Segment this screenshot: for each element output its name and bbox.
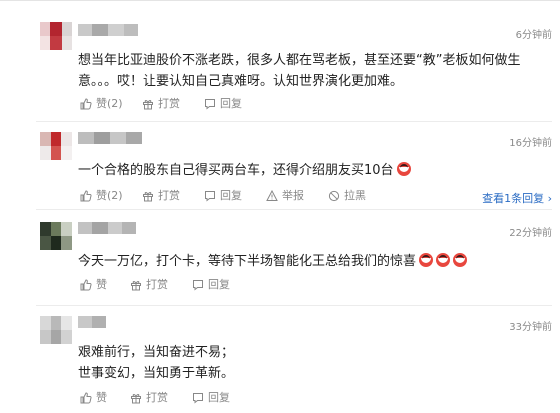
block-label: 拉黑 — [344, 189, 366, 202]
comment-text: 今天一万亿，打个卡，等待下半场智能化王总给我们的惊喜 — [78, 251, 468, 272]
avatar[interactable] — [40, 22, 72, 50]
reward-label: 打赏 — [146, 391, 168, 404]
comment-actions: 赞(2) 打赏 回复 — [80, 96, 300, 112]
reward-label: 打赏 — [146, 278, 168, 291]
comment-time: 16分钟前 — [509, 138, 552, 149]
comment-actions: 赞 打赏 回复 — [80, 390, 280, 406]
comment-text-line: 想当年比亚迪股价不涨老跌，很多人都在骂老板，甚至还要“教”老板如何做生 — [78, 53, 521, 68]
thumbs-up-icon — [80, 190, 92, 202]
grinning-face-icon — [453, 253, 468, 267]
like-label: 赞 — [96, 278, 107, 291]
reward-button[interactable]: 打赏 — [142, 96, 192, 112]
reward-button[interactable]: 打赏 — [130, 277, 180, 293]
like-label: 赞 — [96, 391, 107, 404]
username-blurred[interactable] — [78, 24, 138, 36]
reply-label: 回复 — [208, 278, 230, 291]
report-label: 举报 — [282, 189, 304, 202]
thumbs-up-icon — [80, 279, 92, 291]
comment-text-line: 一个合格的股东自己得买两台车，还得介绍朋友买10台 — [78, 163, 394, 178]
comment-actions: 赞(2) 打赏 回复 举报 拉黑 — [80, 188, 410, 204]
like-button[interactable]: 赞 — [80, 277, 130, 293]
reward-label: 打赏 — [158, 97, 180, 110]
like-label: 赞(2) — [96, 189, 123, 202]
reward-button[interactable]: 打赏 — [130, 390, 180, 406]
username-blurred[interactable] — [78, 132, 142, 144]
reply-button[interactable]: 回复 — [204, 188, 254, 204]
reward-label: 打赏 — [158, 189, 180, 202]
block-icon — [328, 190, 340, 202]
like-button[interactable]: 赞 — [80, 390, 130, 406]
like-label: 赞(2) — [96, 97, 123, 110]
reply-bubble-icon — [193, 280, 203, 291]
comment-text-line: 艰难前行，当知奋进不易； — [78, 345, 235, 360]
reply-button[interactable]: 回复 — [192, 277, 242, 293]
thumbs-up-icon — [80, 392, 92, 404]
gift-icon — [131, 394, 141, 404]
gift-icon — [143, 100, 153, 110]
comment-item: 22分钟前 今天一万亿，打个卡，等待下半场智能化王总给我们的惊喜 赞 打赏 回复 — [0, 210, 560, 306]
comment-item: 33分钟前 艰难前行，当知奋进不易； 世事变幻，当知勇于革新。 赞 打赏 回复 — [0, 306, 560, 413]
avatar[interactable] — [40, 316, 72, 344]
reply-button[interactable]: 回复 — [204, 96, 254, 112]
grinning-face-icon — [436, 253, 451, 267]
reply-button[interactable]: 回复 — [192, 390, 242, 406]
block-button[interactable]: 拉黑 — [328, 188, 378, 204]
gift-icon — [131, 281, 141, 291]
warning-icon — [266, 190, 278, 201]
reply-label: 回复 — [220, 189, 242, 202]
comment-time: 22分钟前 — [509, 228, 552, 239]
reply-bubble-icon — [193, 393, 203, 404]
grinning-face-icon — [419, 253, 434, 267]
comment-item: 6分钟前 想当年比亚迪股价不涨老跌，很多人都在骂老板，甚至还要“教”老板如何做生… — [0, 0, 560, 122]
report-button[interactable]: 举报 — [266, 188, 316, 204]
reward-button[interactable]: 打赏 — [142, 188, 192, 204]
like-button[interactable]: 赞(2) — [80, 96, 130, 112]
like-button[interactable]: 赞(2) — [80, 188, 130, 204]
reply-bubble-icon — [205, 99, 215, 110]
username-blurred[interactable] — [78, 316, 106, 328]
view-replies-link[interactable]: 查看1条回复 › — [482, 190, 552, 206]
comment-time: 6分钟前 — [515, 30, 552, 41]
comment-actions: 赞 打赏 回复 — [80, 277, 280, 293]
comment-text-line: 世事变幻，当知勇于革新。 — [78, 366, 235, 381]
comment-text: 一个合格的股东自己得买两台车，还得介绍朋友买10台 — [78, 160, 411, 181]
reply-bubble-icon — [205, 191, 215, 202]
avatar[interactable] — [40, 222, 72, 250]
gift-icon — [143, 192, 153, 202]
avatar[interactable] — [40, 132, 72, 160]
comment-item: 16分钟前 一个合格的股东自己得买两台车，还得介绍朋友买10台 赞(2) 打赏 … — [0, 122, 560, 210]
grinning-face-icon — [396, 162, 411, 176]
comment-text: 艰难前行，当知奋进不易； 世事变幻，当知勇于革新。 — [78, 342, 234, 384]
comment-text-line: 意。。。哎！让要认知自己真难呀。认知世界演化更加难。 — [78, 74, 404, 89]
reply-label: 回复 — [220, 97, 242, 110]
username-blurred[interactable] — [78, 222, 136, 234]
comment-time: 33分钟前 — [509, 322, 552, 333]
comment-text-line: 今天一万亿，打个卡，等待下半场智能化王总给我们的惊喜 — [78, 254, 417, 269]
thumbs-up-icon — [80, 98, 92, 110]
reply-label: 回复 — [208, 391, 230, 404]
comment-text: 想当年比亚迪股价不涨老跌，很多人都在骂老板，甚至还要“教”老板如何做生 意。。。… — [78, 50, 520, 92]
